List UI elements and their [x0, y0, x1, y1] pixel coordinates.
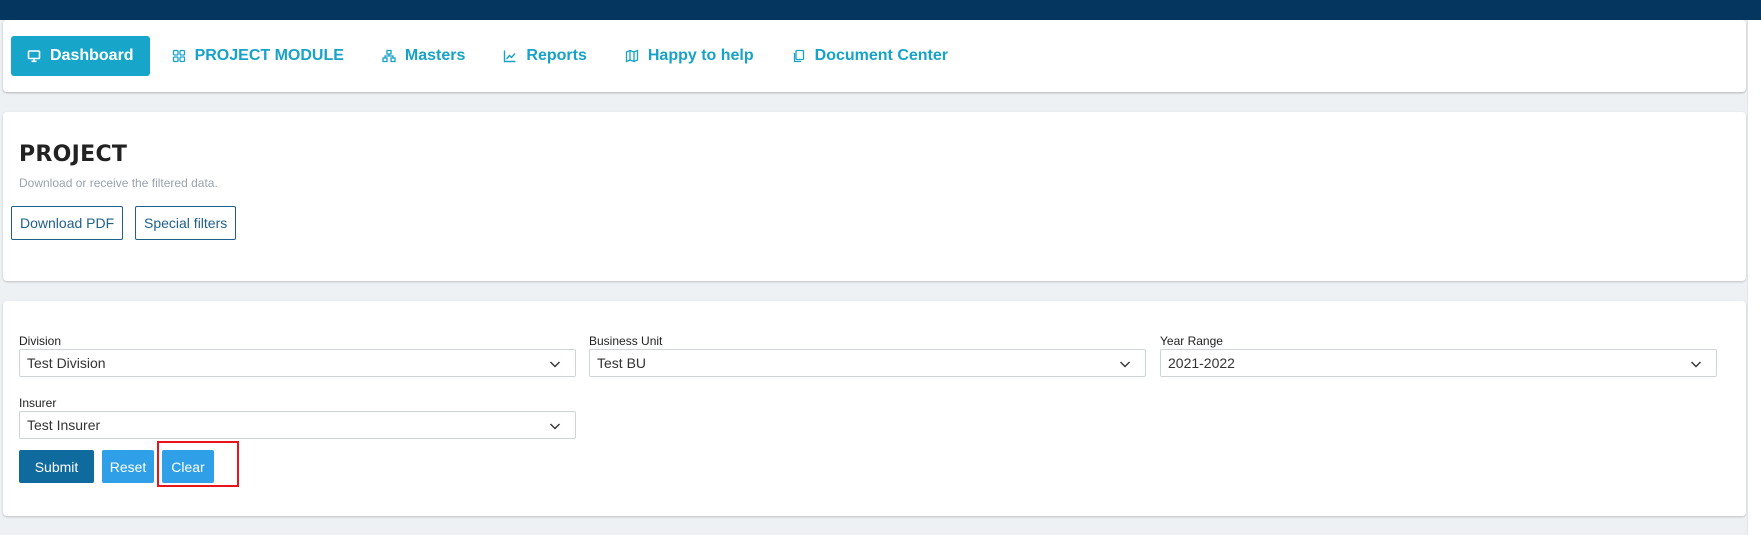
year-range-select[interactable]: 2021-2022	[1160, 349, 1717, 377]
nav-label-reports: Reports	[526, 47, 587, 64]
insurer-select[interactable]: Test Insurer	[19, 411, 576, 439]
business-unit-value: Test BU	[597, 355, 647, 371]
trend-chart-icon	[503, 49, 517, 63]
nav-item-project-module[interactable]: PROJECT MODULE	[160, 36, 356, 76]
business-unit-label: Business Unit	[589, 334, 663, 348]
nav-label-masters: Masters	[404, 47, 466, 64]
main-navbar: Dashboard PROJECT MODULE Masters Reports…	[3, 20, 1746, 92]
top-header-bar	[0, 0, 1761, 20]
nav-label-dashboard: Dashboard	[50, 47, 134, 64]
reset-button[interactable]: Reset	[102, 450, 154, 483]
nav-item-document-center[interactable]: Document Center	[780, 36, 960, 76]
submit-button[interactable]: Submit	[19, 450, 94, 483]
year-range-label: Year Range	[1160, 334, 1223, 348]
chevron-down-icon	[549, 357, 561, 369]
clear-button[interactable]: Clear	[162, 450, 214, 483]
project-card: PROJECT Download or receive the filtered…	[3, 112, 1746, 281]
map-icon	[625, 49, 639, 63]
grid-icon	[172, 49, 186, 63]
insurer-value: Test Insurer	[27, 417, 101, 433]
nav-item-reports[interactable]: Reports	[491, 36, 598, 76]
division-label: Division	[19, 334, 62, 348]
page-subtitle: Download or receive the filtered data.	[19, 176, 218, 190]
division-value: Test Division	[27, 355, 106, 371]
nav-label-project-module: PROJECT MODULE	[194, 47, 344, 64]
copy-icon	[792, 49, 806, 63]
download-pdf-button[interactable]: Download PDF	[11, 206, 124, 240]
special-filters-button[interactable]: Special filters	[135, 206, 237, 240]
hierarchy-icon	[382, 49, 396, 63]
business-unit-select[interactable]: Test BU	[589, 349, 1146, 377]
page-scrollbar[interactable]	[1747, 20, 1761, 535]
insurer-label: Insurer	[19, 396, 57, 410]
year-range-value: 2021-2022	[1168, 355, 1235, 371]
nav-label-document-center: Document Center	[814, 47, 948, 64]
nav-item-dashboard[interactable]: Dashboard	[11, 36, 150, 76]
division-select[interactable]: Test Division	[19, 349, 576, 377]
page-title: PROJECT	[19, 142, 128, 167]
nav-item-masters[interactable]: Masters	[370, 36, 477, 76]
chevron-down-icon	[549, 419, 561, 431]
nav-item-happy-to-help[interactable]: Happy to help	[613, 36, 766, 76]
monitor-icon	[27, 49, 41, 63]
chevron-down-icon	[1690, 357, 1702, 369]
filters-card: Division Test Division Business Unit Tes…	[3, 301, 1746, 516]
nav-label-happy-to-help: Happy to help	[647, 47, 754, 64]
chevron-down-icon	[1119, 357, 1131, 369]
